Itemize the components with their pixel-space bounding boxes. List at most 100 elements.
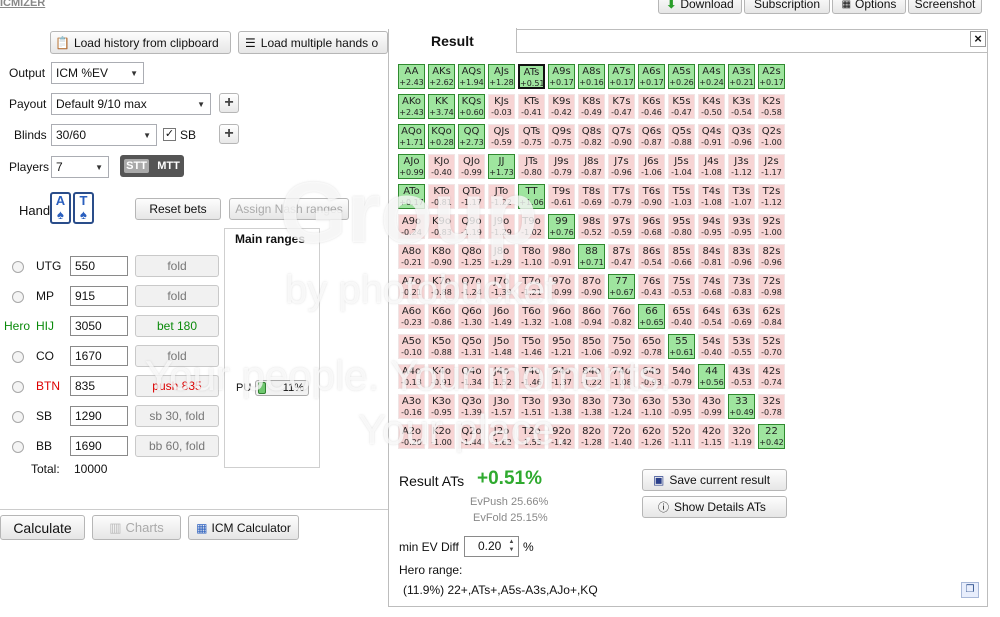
hand-cell[interactable]: 72o -1.40 (608, 424, 635, 449)
hand-cell[interactable]: Q3s -0.96 (728, 124, 755, 149)
hand-cell[interactable]: 42s -0.74 (758, 364, 785, 389)
hand-cell[interactable]: 88 +0.71 (578, 244, 605, 269)
hand-cell[interactable]: KTo -0.81 (428, 184, 455, 209)
hand-cell[interactable]: 97s -0.59 (608, 214, 635, 239)
hand-cell[interactable]: Q6o -1.30 (458, 304, 485, 329)
show-details-button[interactable]: ⓘ Show Details ATs (642, 496, 787, 518)
hand-cell[interactable]: J3o -1.57 (488, 394, 515, 419)
player-action-button[interactable]: fold (135, 345, 219, 367)
hand-cell[interactable]: K9s -0.42 (548, 94, 575, 119)
hand-cell[interactable]: 86s -0.54 (638, 244, 665, 269)
options-button[interactable]: ▦ Options (832, 0, 906, 14)
sb-checkbox[interactable]: ✓ (163, 128, 176, 141)
download-button[interactable]: ⬇ Download (658, 0, 742, 14)
hand-cell[interactable]: T5o -1.46 (518, 334, 545, 359)
hand-cell[interactable]: J5s -1.04 (668, 154, 695, 179)
hand-cell[interactable]: T7s -0.79 (608, 184, 635, 209)
player-action-button[interactable]: push 835 (135, 375, 219, 397)
hand-cell[interactable]: Q8s -0.82 (578, 124, 605, 149)
hand-cell[interactable]: ATo +0.17 (398, 184, 425, 209)
player-action-button[interactable]: fold (135, 285, 219, 307)
hand-cell[interactable]: KTs -0.41 (518, 94, 545, 119)
hand-cell[interactable]: 43s -0.53 (728, 364, 755, 389)
hand-cell[interactable]: T6o -1.32 (518, 304, 545, 329)
hand-cell[interactable]: AKs +2.62 (428, 64, 455, 89)
min-ev-input[interactable]: 0.20 ▲ ▼ (464, 536, 519, 557)
hand-cell[interactable]: K2o -1.00 (428, 424, 455, 449)
hand-card-1[interactable]: A ♠ (50, 192, 71, 224)
stt-option[interactable]: STT (124, 159, 149, 173)
player-stack-input[interactable]: 1690 (70, 436, 128, 456)
hand-cell[interactable]: 75s -0.53 (668, 274, 695, 299)
hand-cell[interactable]: A8o -0.21 (398, 244, 425, 269)
hand-cell[interactable]: 53s -0.55 (728, 334, 755, 359)
hand-cell[interactable]: A7s +0.17 (608, 64, 635, 89)
hand-cell[interactable]: 84o -1.22 (578, 364, 605, 389)
hand-cell[interactable]: 66 +0.65 (638, 304, 665, 329)
hand-cell[interactable]: 43o -0.99 (698, 394, 725, 419)
hand-cell[interactable]: K4s -0.50 (698, 94, 725, 119)
load-history-button[interactable]: 📋 Load history from clipboard (50, 31, 231, 54)
player-stack-input[interactable]: 1670 (70, 346, 128, 366)
hand-cell[interactable]: Q3o -1.39 (458, 394, 485, 419)
hand-cell[interactable]: J5o -1.48 (488, 334, 515, 359)
hand-cell[interactable]: K5s -0.47 (668, 94, 695, 119)
hand-cell[interactable]: 64o -0.93 (638, 364, 665, 389)
output-select[interactable]: ICM %EV ▼ (51, 62, 144, 84)
hand-cell[interactable]: A8s +0.16 (578, 64, 605, 89)
hand-card-2[interactable]: T ♠ (73, 192, 94, 224)
player-action-button[interactable]: fold (135, 255, 219, 277)
hand-cell[interactable]: 76s -0.43 (638, 274, 665, 299)
hand-cell[interactable]: Q5o -1.31 (458, 334, 485, 359)
hand-cell[interactable]: 55 +0.61 (668, 334, 695, 359)
hand-cell[interactable]: T6s -0.90 (638, 184, 665, 209)
hand-cell[interactable]: 84s -0.81 (698, 244, 725, 269)
hand-cell[interactable]: 53o -0.95 (668, 394, 695, 419)
hand-cell[interactable]: J2s -1.17 (758, 154, 785, 179)
add-blinds-button[interactable]: + (219, 124, 239, 144)
hand-cell[interactable]: T3s -1.07 (728, 184, 755, 209)
hand-cell[interactable]: 99 +0.76 (548, 214, 575, 239)
stepper-icon[interactable]: ▲ ▼ (506, 538, 517, 555)
hand-cell[interactable]: A2o -0.20 (398, 424, 425, 449)
hand-cell[interactable]: Q4s -0.91 (698, 124, 725, 149)
hand-cell[interactable]: T2s -1.12 (758, 184, 785, 209)
mtt-option[interactable]: MTT (157, 160, 180, 172)
hand-cell[interactable]: 95o -1.21 (548, 334, 575, 359)
hand-cell[interactable]: A3s +0.21 (728, 64, 755, 89)
hand-cell[interactable]: T4o -1.46 (518, 364, 545, 389)
hand-cell[interactable]: AQo +1.71 (398, 124, 425, 149)
hand-cell[interactable]: TT +1.06 (518, 184, 545, 209)
player-action-button[interactable]: bb 60, fold (135, 435, 219, 457)
hand-cell[interactable]: T4s -1.08 (698, 184, 725, 209)
player-stack-input[interactable]: 1290 (70, 406, 128, 426)
hand-cell[interactable]: J8o -1.29 (488, 244, 515, 269)
hand-cell[interactable]: J6o -1.49 (488, 304, 515, 329)
hand-cell[interactable]: 83o -1.38 (578, 394, 605, 419)
hand-cell[interactable]: T2o -1.55 (518, 424, 545, 449)
hand-cell[interactable]: Q7s -0.90 (608, 124, 635, 149)
hand-cell[interactable]: JTo -1.22 (488, 184, 515, 209)
hand-cell[interactable]: 83s -0.96 (728, 244, 755, 269)
charts-button[interactable]: ▥ Charts (92, 515, 181, 540)
hand-cell[interactable]: AKo +2.43 (398, 94, 425, 119)
hand-cell[interactable]: T8s -0.69 (578, 184, 605, 209)
player-stack-input[interactable]: 3050 (70, 316, 128, 336)
hand-cell[interactable]: 85o -1.06 (578, 334, 605, 359)
save-result-button[interactable]: ▣ Save current result (642, 469, 787, 491)
hand-cell[interactable]: J4o -1.52 (488, 364, 515, 389)
players-select[interactable]: 7 ▼ (51, 156, 109, 178)
player-radio[interactable] (12, 381, 24, 393)
copy-icon[interactable]: ❐ (961, 582, 979, 598)
hand-cell[interactable]: K6s -0.46 (638, 94, 665, 119)
hand-cell[interactable]: 73s -0.83 (728, 274, 755, 299)
hand-cell[interactable]: 62s -0.84 (758, 304, 785, 329)
hand-cell[interactable]: Q7o -1.24 (458, 274, 485, 299)
hand-cell[interactable]: 82s -0.96 (758, 244, 785, 269)
hand-cell[interactable]: 87o -0.90 (578, 274, 605, 299)
hand-cell[interactable]: 92s -1.00 (758, 214, 785, 239)
hand-cell[interactable]: K5o -0.88 (428, 334, 455, 359)
hand-cell[interactable]: KJo -0.40 (428, 154, 455, 179)
assign-nash-button[interactable]: Assign Nash ranges (229, 198, 349, 220)
reset-bets-button[interactable]: Reset bets (135, 198, 221, 220)
